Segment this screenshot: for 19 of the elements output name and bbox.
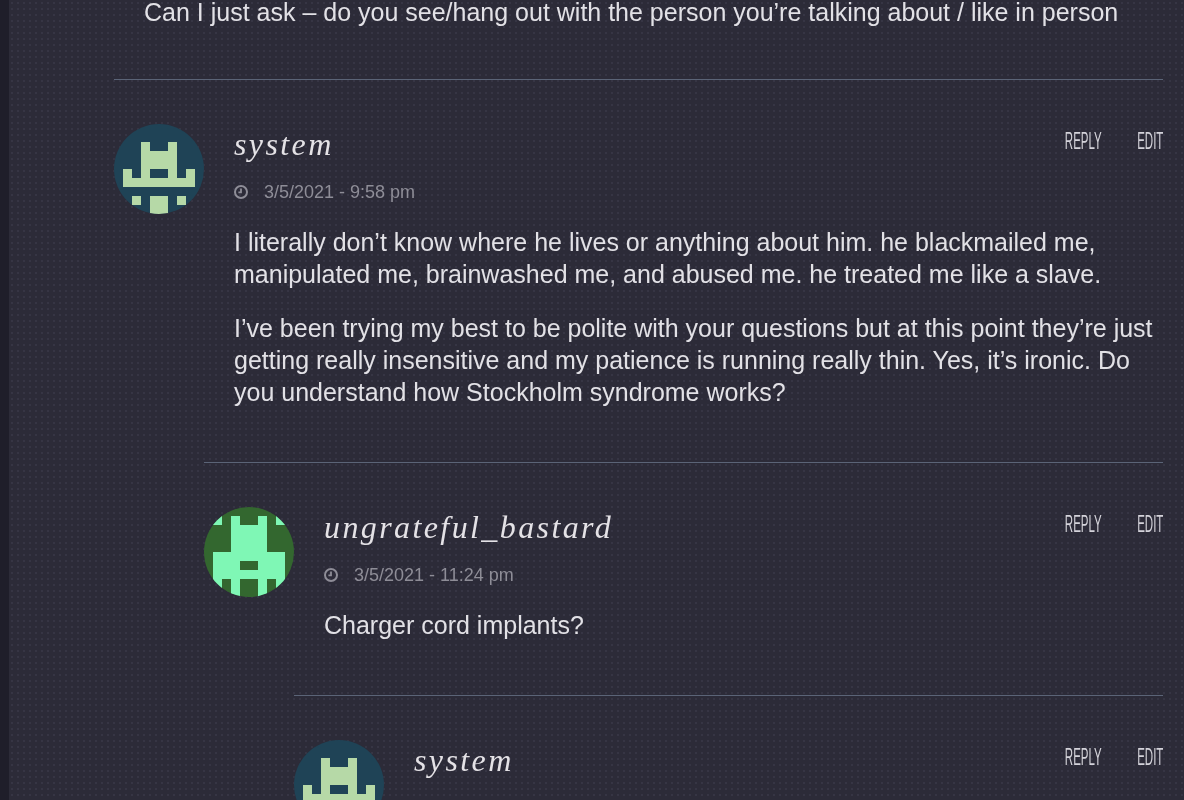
- author-name: system: [414, 742, 514, 778]
- comment-action-link[interactable]: REPLY: [1064, 744, 1102, 770]
- author-name: ungrateful_bastard: [324, 509, 614, 545]
- comment-text: Charger cord implants?: [324, 610, 585, 641]
- comment-action-link[interactable]: EDIT: [1136, 128, 1163, 154]
- comment-action-link[interactable]: EDIT: [1136, 511, 1163, 537]
- pixel-avatar-icon: [204, 507, 294, 597]
- clock-icon: [324, 568, 338, 582]
- comment-date: 3/5/2021 - 9:58 pm: [264, 181, 416, 204]
- comment-action-link[interactable]: REPLY: [1064, 511, 1102, 537]
- comment-text: I’ve been trying my best to be polite with your questions but at this point they’re just getting really insensitive and my patience is running really thin. Yes, it’s ironic. Do you understand how Stockholm syndrome works?: [234, 313, 1154, 408]
- clock-icon: [234, 185, 248, 199]
- comment-action-link[interactable]: REPLY: [1064, 128, 1102, 154]
- comment-text: I literally don’t know where he lives or anything about him. he blackmailed me, manipulated me, brainwashed me, and abused me. he treated me like a slave.: [234, 227, 1103, 290]
- comment-date: 3/5/2021 - 11:24 pm: [354, 564, 514, 587]
- comment-text: Can I just ask – do you see/hang out with the person you’re talking about / like in person: [144, 0, 1120, 26]
- author-name: system: [234, 126, 334, 162]
- pixel-avatar-icon: [114, 124, 204, 214]
- comment-action-link[interactable]: EDIT: [1136, 744, 1163, 770]
